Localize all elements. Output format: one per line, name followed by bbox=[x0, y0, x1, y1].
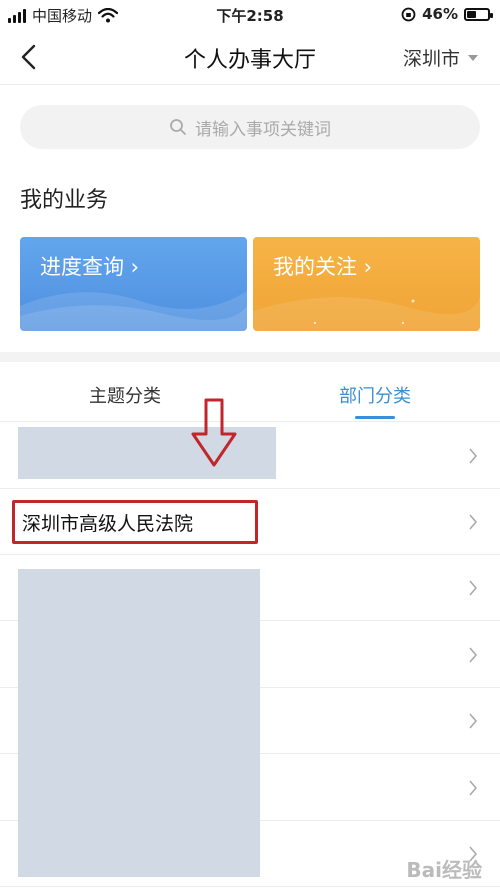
status-bar: 中国移动 下午2:58 46% bbox=[0, 0, 500, 30]
my-follows-card[interactable]: 我的关注 › bbox=[253, 237, 480, 331]
battery-icon bbox=[464, 7, 493, 21]
active-tab-indicator bbox=[355, 416, 395, 419]
tab-theme-category[interactable]: 主题分类 bbox=[45, 382, 205, 408]
chevron-right-icon bbox=[469, 514, 478, 530]
redaction-block bbox=[18, 569, 260, 877]
chevron-right-icon bbox=[469, 780, 478, 796]
chevron-right-icon bbox=[469, 647, 478, 663]
caret-down-icon bbox=[468, 54, 478, 61]
rotation-lock-icon bbox=[401, 7, 416, 21]
highlight-box bbox=[12, 500, 258, 544]
section-divider bbox=[0, 352, 500, 362]
battery-percent: 46% bbox=[422, 5, 458, 23]
category-tabs: 主题分类 部门分类 bbox=[0, 362, 500, 422]
chevron-right-icon bbox=[469, 580, 478, 596]
tab-department-category[interactable]: 部门分类 bbox=[295, 382, 455, 408]
chevron-right-icon bbox=[469, 713, 478, 729]
search-placeholder: 请输入事项关键词 bbox=[195, 119, 331, 140]
search-input[interactable]: 请输入事项关键词 bbox=[20, 105, 480, 149]
navigation-bar: 个人办事大厅 深圳市 bbox=[0, 30, 500, 85]
progress-query-card[interactable]: 进度查询 › bbox=[20, 237, 247, 331]
city-label: 深圳市 bbox=[402, 48, 460, 70]
chevron-right-icon bbox=[469, 448, 478, 464]
city-selector[interactable]: 深圳市 bbox=[403, 44, 478, 71]
progress-query-label: 进度查询 › bbox=[40, 255, 140, 279]
down-arrow-icon bbox=[191, 398, 237, 467]
my-follows-label: 我的关注 › bbox=[273, 255, 373, 279]
my-business-title: 我的业务 bbox=[20, 188, 109, 213]
watermark: Bai经验 bbox=[406, 858, 482, 882]
search-icon bbox=[170, 119, 186, 135]
